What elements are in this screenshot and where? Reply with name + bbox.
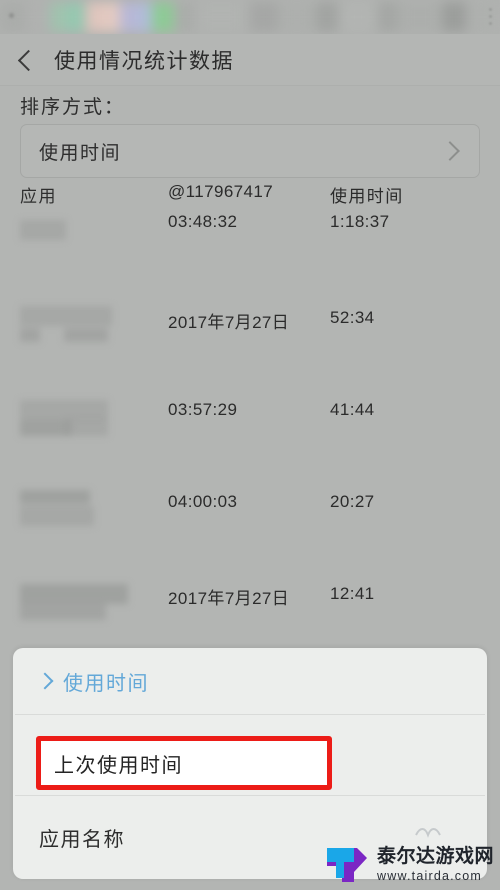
cell-middle: 03:48:32 xyxy=(168,212,238,231)
status-block-11 xyxy=(250,2,278,32)
status-block-4 xyxy=(86,2,104,32)
phone-screen: 使用情况统计数据 排序方式： 使用时间 应用 @117967417 使用时间 0… xyxy=(0,0,500,890)
column-header-middle: @117967417 xyxy=(168,182,274,201)
watermark-url: www.tairda.com xyxy=(376,869,483,884)
sheet-item-usage-time[interactable]: 使用时间 xyxy=(13,648,487,714)
sort-label: 排序方式： xyxy=(20,97,126,118)
table-row[interactable]: 03:48:32 1:18:37 xyxy=(0,208,500,278)
cell-right: 52:34 xyxy=(330,308,375,327)
watermark-text: 泰尔达游戏网 www.tairda.com xyxy=(377,847,494,883)
status-block-1 xyxy=(28,2,48,32)
cell-right: 41:44 xyxy=(330,400,375,419)
table-row[interactable]: 2017年7月27日 12:41 xyxy=(0,554,500,646)
back-button[interactable] xyxy=(0,34,52,86)
sort-selected-value: 使用时间 xyxy=(39,142,122,164)
cell-middle: 2017年7月27日 xyxy=(168,589,290,608)
navigation-bar: 使用情况统计数据 xyxy=(0,34,500,86)
status-bar xyxy=(0,0,500,34)
cell-right: 20:27 xyxy=(330,492,375,511)
watermark: 泰尔达游戏网 www.tairda.com xyxy=(324,844,494,886)
status-block-14 xyxy=(340,2,376,32)
watermark-logo-icon xyxy=(326,848,367,882)
status-block-2 xyxy=(50,2,68,32)
column-header-app: 应用 xyxy=(20,187,57,206)
cell-middle: 03:57:29 xyxy=(168,400,238,419)
app-name-redacted xyxy=(20,580,160,626)
highlighted-option-label: 上次使用时间 xyxy=(54,755,183,777)
app-name-redacted xyxy=(20,396,160,442)
sort-select[interactable]: 使用时间 xyxy=(20,124,480,178)
cell-middle: 04:00:03 xyxy=(168,492,238,511)
status-block-7 xyxy=(138,2,152,32)
status-block-8 xyxy=(152,2,174,32)
app-name-redacted xyxy=(20,304,160,350)
table-row[interactable]: 2017年7月27日 52:34 xyxy=(0,278,500,370)
chevron-left-icon xyxy=(17,49,40,71)
status-bar-blurred-icons xyxy=(0,0,500,34)
sheet-item-label: 使用时间 xyxy=(63,672,149,695)
page-title: 使用情况统计数据 xyxy=(54,50,234,73)
status-block-9 xyxy=(176,2,196,32)
status-block-15 xyxy=(378,2,398,32)
app-name-redacted xyxy=(20,488,160,534)
app-name-redacted xyxy=(20,214,160,260)
status-block-16 xyxy=(400,2,440,32)
chevron-right-icon xyxy=(36,672,54,690)
navbar-divider xyxy=(0,85,500,86)
status-bar-dot-icon xyxy=(9,13,14,18)
squiggle-icon xyxy=(415,828,441,838)
status-block-13 xyxy=(316,2,338,32)
status-bar-menu-dots-icon xyxy=(489,8,492,26)
usage-table: 应用 @117967417 使用时间 03:48:32 1:18:37 2017年7… xyxy=(0,182,500,646)
cell-right: 12:41 xyxy=(330,584,375,603)
sheet-item-label: 应用名称 xyxy=(39,828,125,851)
cell-middle: 2017年7月27日 xyxy=(168,313,290,332)
column-header-right: 使用时间 xyxy=(330,187,404,206)
status-block-6 xyxy=(120,2,138,32)
watermark-site-name: 泰尔达游戏网 xyxy=(376,846,494,868)
cell-right: 1:18:37 xyxy=(330,212,390,231)
status-block-17 xyxy=(442,2,466,32)
status-block-3 xyxy=(68,2,84,32)
table-header-row: 应用 @117967417 使用时间 xyxy=(0,182,500,208)
status-block-10 xyxy=(198,2,244,32)
chevron-right-icon xyxy=(440,141,460,161)
status-block-12 xyxy=(280,2,314,32)
status-block-5 xyxy=(104,2,120,32)
table-row[interactable]: 03:57:29 41:44 xyxy=(0,370,500,462)
table-row[interactable]: 04:00:03 20:27 xyxy=(0,462,500,554)
